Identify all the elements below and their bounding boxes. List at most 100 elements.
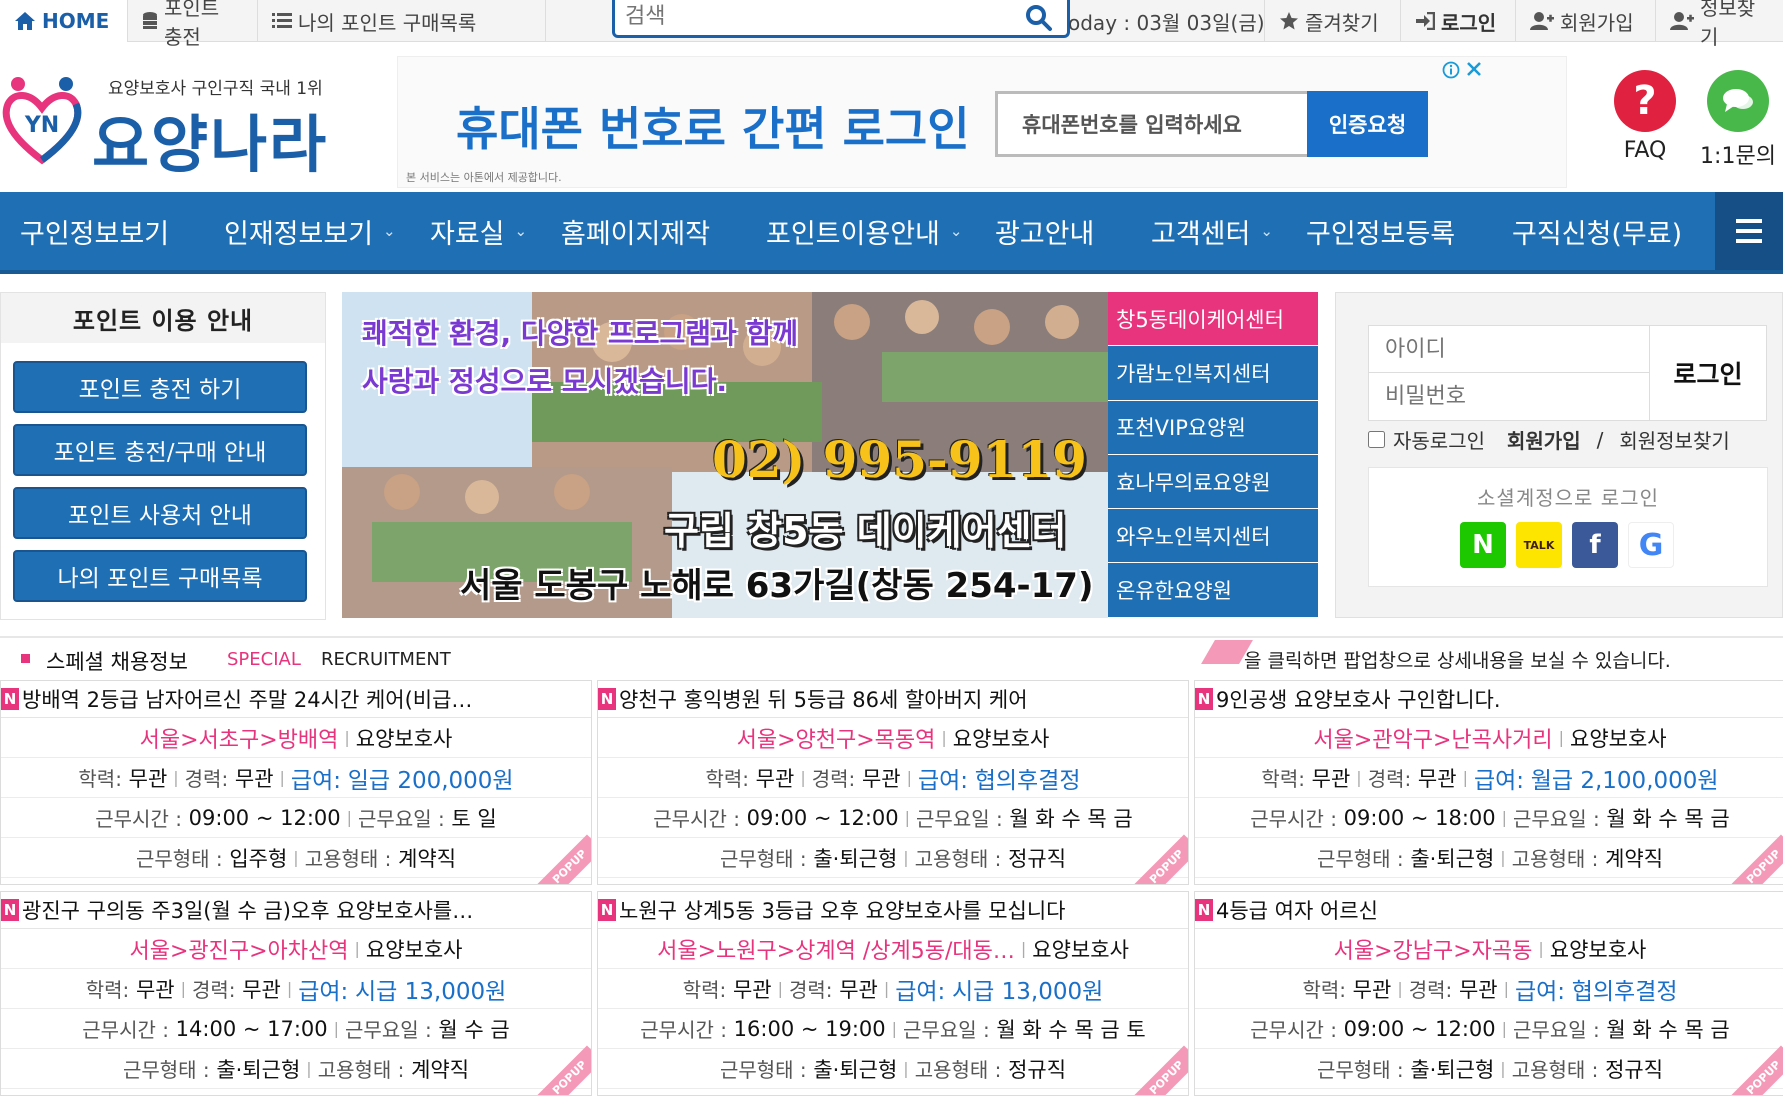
google-icon[interactable]: G (1628, 522, 1674, 568)
search-icon[interactable] (1025, 4, 1053, 32)
password-input[interactable] (1369, 373, 1649, 420)
center-item[interactable]: 창5동데이케어센터 (1108, 292, 1318, 347)
nav-label: 구인정보등록 (1306, 218, 1456, 250)
ad-choices[interactable] (1442, 61, 1482, 79)
my-points-button[interactable]: 나의 포인트 구매목록 (13, 550, 307, 602)
signup-link[interactable]: 회원가입 (1507, 425, 1581, 454)
nav-item-support[interactable]: 고객센터 ⌄ (1151, 192, 1273, 270)
job-hours: 09:00 ~ 12:00 (188, 805, 341, 830)
center-item[interactable]: 와우노인복지센터 (1108, 509, 1318, 564)
job-pay: 일급 200,000원 (347, 767, 514, 794)
nav-item-point-guide[interactable]: 포인트이용안내 ⌄ (766, 192, 962, 270)
center-item[interactable]: 가람노인복지센터 (1108, 346, 1318, 401)
naver-icon[interactable]: N (1460, 522, 1506, 568)
days-label: 근무요일 : (903, 1018, 990, 1042)
nav-item-jobs[interactable]: 구인정보보기 (20, 192, 169, 270)
top-bar: HOME 포인트 충전 나의 포인트 구매목록 oday : 03월 03일(금… (0, 0, 1783, 49)
job-exp: 무관 (234, 766, 274, 791)
find-account-link[interactable]: 회원정보찾기 (1619, 425, 1729, 454)
point-charge-link[interactable]: 포인트 충전 (128, 0, 258, 49)
point-usage-button[interactable]: 포인트 사용처 안내 (13, 487, 307, 539)
center-banner[interactable]: 쾌적한 환경, 다양한 프로그램과 함께 사랑과 정성으로 모시겠습니다. 02… (342, 292, 1110, 618)
job-emp-type: 정규직 (1008, 1057, 1067, 1082)
ad-verify-button[interactable]: 인증요청 (1307, 91, 1428, 157)
separator: | (173, 768, 179, 787)
nav-item-ads[interactable]: 광고안내 (995, 192, 1094, 270)
job-role: 요양보호사 (1032, 937, 1129, 962)
login-link[interactable]: 로그인 (1401, 0, 1516, 42)
separator: | (1500, 1059, 1506, 1078)
job-card[interactable]: N 노원구 상계5동 3등급 오후 요양보호사를 모십니다 서울>노원구>상계역 … (597, 891, 1189, 1096)
separator: | (941, 728, 947, 747)
my-points-link[interactable]: 나의 포인트 구매목록 (258, 0, 546, 42)
auto-login-checkbox[interactable] (1368, 431, 1385, 448)
job-location: 서울>노원구>상계역 /상계5동/대동… (657, 938, 1015, 964)
home-link[interactable]: HOME (0, 0, 128, 42)
special-title: 스페셜 채용정보 (46, 650, 188, 674)
separator: | (777, 979, 783, 998)
job-card[interactable]: N 방배역 2등급 남자어르신 주말 24시간 케어(비급… 서울>서초구>방배역… (0, 680, 592, 885)
job-title: 9인공생 요양보호사 구인합니다. (1216, 688, 1501, 712)
center-item[interactable]: 온유한요양원 (1108, 563, 1318, 618)
nav-item-talent[interactable]: 인재정보보기 ⌄ (224, 192, 396, 270)
banner-address: 서울 도봉구 노해로 63가길(창동 254-17) (460, 566, 1094, 606)
ad-banner[interactable]: 휴대폰 번호로 간편 로그인 휴대폰번호를 입력하세요 인증요청 본 서비스는 … (397, 56, 1567, 188)
info-icon[interactable] (1442, 61, 1460, 79)
job-pay: 시급 13,000원 (355, 978, 507, 1005)
job-hours: 09:00 ~ 18:00 (1343, 805, 1496, 830)
login-box: 로그인 자동로그인 회원가입 / 회원정보찾기 소셜계정으로 로그인 N TAL… (1335, 292, 1783, 618)
center-item[interactable]: 포천VIP요양원 (1108, 400, 1318, 455)
point-charge-button[interactable]: 포인트 충전 하기 (13, 361, 307, 413)
signup-link[interactable]: 회원가입 (1516, 0, 1656, 42)
days-label: 근무요일 : (345, 1018, 432, 1042)
find-info-link[interactable]: 정보찾기 (1656, 0, 1783, 49)
ad-phone-input[interactable]: 휴대폰번호를 입력하세요 (995, 91, 1307, 157)
center-item[interactable]: 효나무의료요양원 (1108, 454, 1318, 510)
job-pay: 시급 13,000원 (952, 978, 1104, 1005)
search-input[interactable] (615, 4, 1005, 29)
kakao-icon[interactable]: TALK (1516, 522, 1562, 568)
new-badge: N (1, 899, 19, 921)
edu-label: 학력: (682, 978, 727, 1002)
nav-item-post-job[interactable]: 구인정보등록 (1306, 192, 1455, 270)
favorites-link[interactable]: 즐겨찾기 (1265, 0, 1401, 42)
job-work-type: 입주형 (229, 846, 288, 871)
facebook-icon[interactable]: f (1572, 522, 1618, 568)
job-card[interactable]: N 광진구 구의동 주3일(월 수 금)오후 요양보호사를… 서울>광진구>아차산… (0, 891, 592, 1096)
site-logo[interactable]: YN 요양보호사 구인구직 국내 1위 요양나라 (0, 62, 360, 182)
new-badge: N (598, 688, 616, 710)
job-type-row: 근무형태 : 출·퇴근형 | 고용형태 : 정규직 (1195, 1049, 1783, 1089)
days-label: 근무요일 : (358, 807, 445, 831)
signup-label: 회원가입 (1560, 10, 1634, 35)
exp-label: 경력: (1367, 767, 1412, 791)
id-input[interactable] (1369, 326, 1649, 373)
point-guide-button[interactable]: 포인트 충전/구매 안내 (13, 424, 307, 476)
home-label: HOME (42, 9, 110, 33)
emp-type-label: 고용형태 : (304, 847, 392, 871)
job-work-type: 출·퇴근형 (813, 1057, 898, 1082)
inquiry-button[interactable]: 1:1문의 (1693, 70, 1783, 170)
login-button[interactable]: 로그인 (1649, 325, 1767, 421)
pay-label: 급여: (1514, 978, 1566, 1005)
job-edu: 무관 (732, 977, 772, 1002)
exp-label: 경력: (184, 767, 229, 791)
hamburger-menu-icon[interactable] (1715, 192, 1783, 270)
nav-item-homepage[interactable]: 홈페이지제작 (561, 192, 710, 270)
job-card[interactable]: N 4등급 여자 어르신 서울>강남구>자곡동 | 요양보호사 학력: 무관 | 경력: … (1194, 891, 1783, 1096)
faq-button[interactable]: ? FAQ (1600, 70, 1690, 163)
separator: | (903, 848, 909, 867)
separator: | (1020, 939, 1027, 958)
special-title-en-2: RECRUITMENT (321, 649, 451, 670)
close-icon[interactable] (1466, 61, 1482, 77)
job-type-row: 근무형태 : 출·퇴근형 | 고용형태 : 정규직 (598, 838, 1188, 878)
nav-item-library[interactable]: 자료실 ⌄ (430, 192, 527, 270)
job-type-row: 근무형태 : 출·퇴근형 | 고용형태 : 계약직 (1195, 838, 1783, 878)
nav-item-apply[interactable]: 구직신청(무료) (1512, 192, 1682, 270)
separator: | (344, 728, 350, 747)
job-card[interactable]: N 9인공생 요양보호사 구인합니다. 서울>관악구>난곡사거리 | 요양보호사 학력… (1194, 680, 1783, 885)
nav-label: 자료실 (430, 218, 505, 250)
special-recruitment-header: 스페셜 채용정보 SPECIAL RECRUITMENT 을 클릭하면 팝업창으… (0, 636, 1783, 680)
job-pay: 월급 2,100,000원 (1530, 767, 1719, 794)
pay-label: 급여: (298, 978, 349, 1005)
job-card[interactable]: N 양천구 홍익병원 뒤 5등급 86세 할아버지 케어 서울>양천구>목동역 | 요… (597, 680, 1189, 885)
